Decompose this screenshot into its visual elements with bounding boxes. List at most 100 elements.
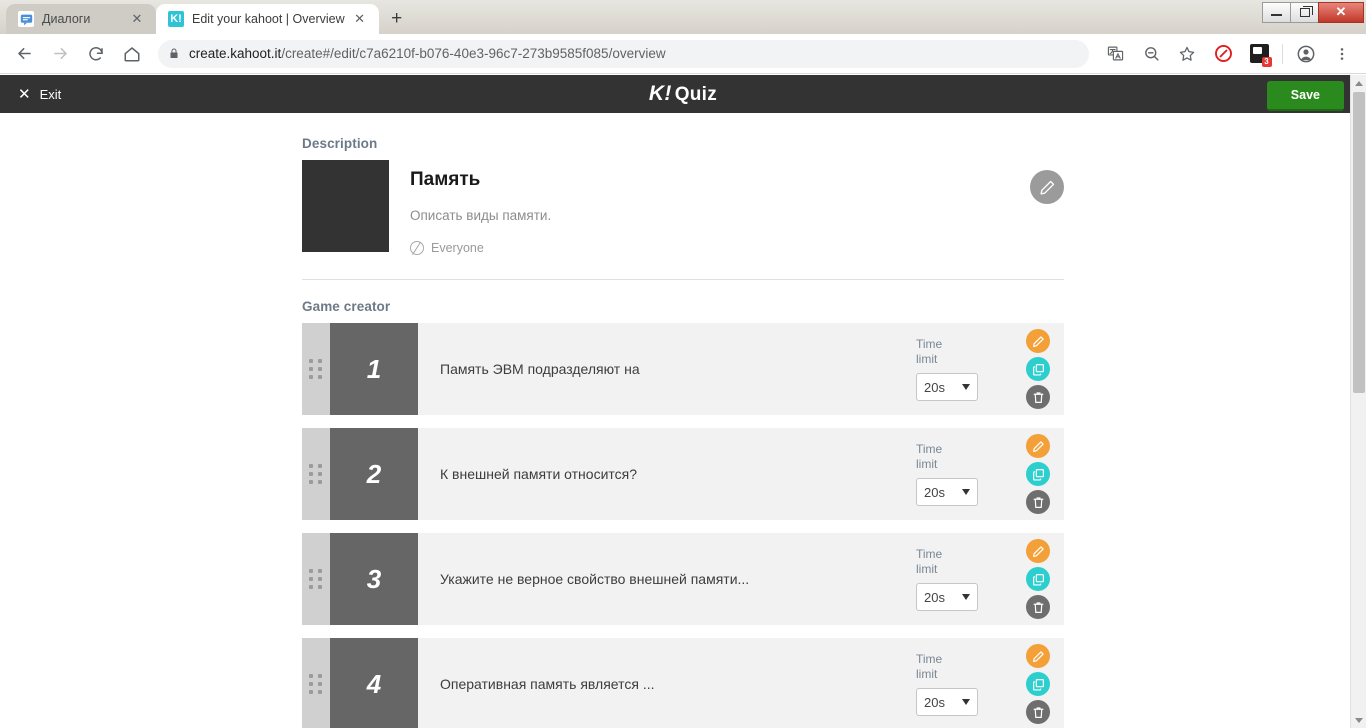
question-row[interactable]: 2 К внешней памяти относится? Time limit 20s	[302, 428, 1064, 520]
delete-question-button[interactable]	[1026, 385, 1050, 409]
scrollbar-thumb[interactable]	[1353, 92, 1365, 393]
question-number: 3	[330, 533, 418, 625]
kahoot-logo: K! Quiz	[603, 82, 763, 106]
kahoot-subtitle: Описать виды памяти.	[410, 208, 552, 223]
kahoot-cover-thumbnail[interactable]	[302, 160, 389, 252]
question-actions	[1012, 638, 1064, 728]
extension-badge-count: 3	[1261, 57, 1272, 67]
drag-handle-icon[interactable]	[302, 533, 330, 625]
kahoot-icon: K!	[168, 11, 184, 27]
question-text: Память ЭВМ подразделяют на	[440, 361, 640, 377]
question-row[interactable]: 1 Память ЭВМ подразделяют на Time limit 20s	[302, 323, 1064, 415]
visibility-label: Everyone	[431, 241, 484, 255]
tab-close-icon[interactable]: ✕	[128, 10, 146, 28]
time-limit-select[interactable]: 20s	[916, 478, 978, 506]
toolbar-divider	[1282, 43, 1283, 64]
chrome-menu-icon[interactable]	[1327, 39, 1357, 69]
time-limit-label: Time	[916, 337, 943, 351]
edit-question-button[interactable]	[1026, 329, 1050, 353]
time-limit-value: 20s	[924, 694, 945, 710]
description-card: Память Описать виды памяти. Everyone	[302, 160, 1064, 255]
url-path: /create#/edit/c7a6210f-b076-40e3-96c7-27…	[281, 46, 666, 61]
adblock-icon[interactable]	[1208, 39, 1238, 69]
chevron-down-icon	[962, 699, 970, 705]
chat-icon	[18, 11, 34, 27]
time-limit-group: Time limit 20s	[916, 323, 1012, 415]
time-limit-select[interactable]: 20s	[916, 373, 978, 401]
kahoot-logo-mark: K!	[648, 82, 672, 105]
page-scrollbar[interactable]	[1350, 75, 1366, 728]
game-creator-section-label: Game creator	[302, 299, 391, 314]
tab-title: Диалоги	[42, 12, 91, 26]
page-viewport: ✕ Exit K! Quiz Save Description Память Оп…	[0, 75, 1366, 728]
duplicate-question-button[interactable]	[1026, 672, 1050, 696]
question-row[interactable]: 3 Укажите не верное свойство внешней памя…	[302, 533, 1064, 625]
browser-window: Диалоги ✕ K! Edit your kahoot | Overview…	[0, 0, 1366, 728]
scroll-down-arrow-icon[interactable]	[1351, 712, 1366, 728]
edit-question-button[interactable]	[1026, 434, 1050, 458]
delete-question-button[interactable]	[1026, 700, 1050, 724]
kahoot-logo-text: Quiz	[674, 84, 718, 105]
section-divider	[302, 279, 1064, 280]
time-limit-group: Time limit 20s	[916, 428, 1012, 520]
description-body: Память Описать виды памяти. Everyone	[389, 160, 1064, 255]
time-limit-label-2: limit	[916, 457, 938, 471]
url-text: create.kahoot.it/create#/edit/c7a6210f-b…	[189, 46, 666, 61]
window-controls: ✕	[1262, 1, 1364, 23]
browser-tab-dialogi[interactable]: Диалоги ✕	[6, 4, 156, 34]
profile-avatar-icon[interactable]	[1291, 39, 1321, 69]
time-limit-select[interactable]: 20s	[916, 583, 978, 611]
scroll-up-arrow-icon[interactable]	[1351, 75, 1366, 91]
time-limit-group: Time limit 20s	[916, 533, 1012, 625]
question-row[interactable]: 4 Оперативная память является ... Time limi…	[302, 638, 1064, 728]
description-section-label: Description	[302, 136, 378, 151]
drag-handle-icon[interactable]	[302, 638, 330, 728]
back-icon[interactable]	[9, 39, 39, 69]
duplicate-question-button[interactable]	[1026, 567, 1050, 591]
new-tab-button[interactable]: +	[383, 5, 411, 33]
zoom-out-icon[interactable]	[1136, 39, 1166, 69]
reload-icon[interactable]	[81, 39, 111, 69]
extension-icon[interactable]: 3	[1244, 39, 1274, 69]
chevron-down-icon	[962, 489, 970, 495]
bookmark-star-icon[interactable]	[1172, 39, 1202, 69]
restore-button[interactable]	[1290, 1, 1319, 23]
time-limit-value: 20s	[924, 484, 945, 500]
time-limit-value: 20s	[924, 379, 945, 395]
tab-title: Edit your kahoot | Overview	[192, 12, 345, 26]
question-actions	[1012, 323, 1064, 415]
delete-question-button[interactable]	[1026, 490, 1050, 514]
translate-icon[interactable]	[1100, 39, 1130, 69]
question-text: Оперативная память является ...	[440, 676, 655, 692]
edit-question-button[interactable]	[1026, 539, 1050, 563]
drag-handle-icon[interactable]	[302, 323, 330, 415]
time-limit-select[interactable]: 20s	[916, 688, 978, 716]
save-button[interactable]: Save	[1266, 81, 1344, 111]
address-bar[interactable]: create.kahoot.it/create#/edit/c7a6210f-b…	[158, 39, 1089, 68]
tab-close-icon[interactable]: ✕	[351, 10, 369, 28]
minimize-button[interactable]	[1262, 1, 1291, 23]
url-scheme-host: create.kahoot.it	[189, 46, 282, 61]
delete-question-button[interactable]	[1026, 595, 1050, 619]
exit-button[interactable]: ✕ Exit	[10, 81, 69, 107]
time-limit-label: Time	[916, 652, 943, 666]
forward-icon[interactable]	[45, 39, 75, 69]
question-actions	[1012, 533, 1064, 625]
chevron-down-icon	[962, 384, 970, 390]
drag-handle-icon[interactable]	[302, 428, 330, 520]
time-limit-label-2: limit	[916, 667, 938, 681]
close-window-button[interactable]: ✕	[1318, 1, 1364, 23]
home-icon[interactable]	[117, 39, 147, 69]
question-number: 2	[330, 428, 418, 520]
question-number: 4	[330, 638, 418, 728]
browser-tab-kahoot[interactable]: K! Edit your kahoot | Overview ✕	[156, 4, 379, 34]
browser-toolbar: create.kahoot.it/create#/edit/c7a6210f-b…	[0, 34, 1366, 74]
duplicate-question-button[interactable]	[1026, 357, 1050, 381]
edit-description-button[interactable]	[1030, 170, 1064, 204]
edit-question-button[interactable]	[1026, 644, 1050, 668]
duplicate-question-button[interactable]	[1026, 462, 1050, 486]
question-number: 1	[330, 323, 418, 415]
question-text: К внешней памяти относится?	[440, 466, 638, 482]
content-column: Description Память Описать виды памяти. …	[302, 113, 1064, 728]
chevron-down-icon	[962, 594, 970, 600]
